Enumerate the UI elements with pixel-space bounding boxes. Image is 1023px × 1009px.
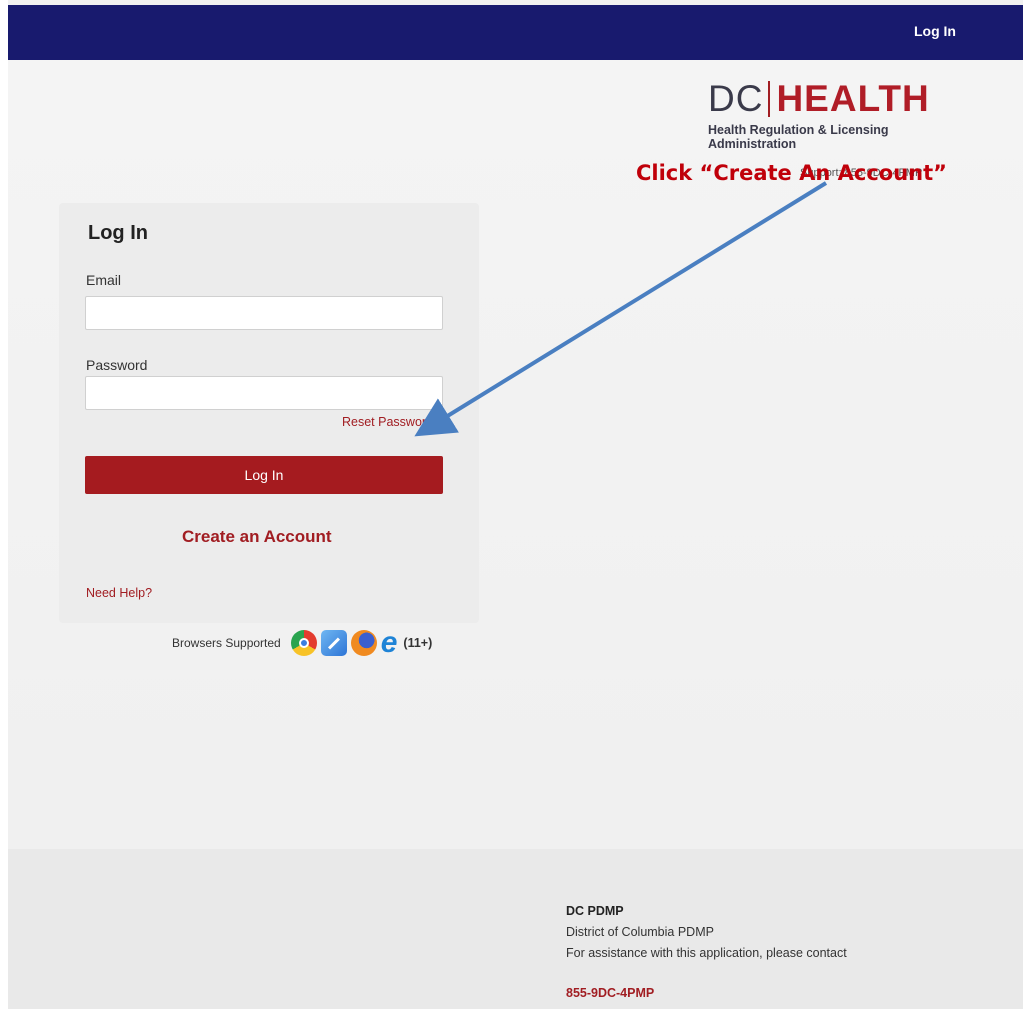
footer-phone[interactable]: 855-9DC-4PMP	[566, 986, 654, 1000]
firefox-icon	[350, 630, 377, 656]
login-card	[59, 203, 479, 623]
login-button[interactable]: Log In	[85, 456, 443, 494]
browsers-label: Browsers Supported	[172, 636, 281, 650]
ie-version-note: (11+)	[403, 636, 433, 650]
email-field[interactable]	[85, 296, 443, 330]
create-account-link[interactable]: Create an Account	[182, 527, 332, 547]
logo-subtitle-line1: Health Regulation & Licensing	[708, 123, 889, 137]
logo-divider	[768, 81, 771, 117]
logo-subtitle-line2: Administration	[708, 137, 797, 151]
footer-line1: District of Columbia PDMP	[566, 925, 714, 939]
chrome-icon	[290, 630, 317, 656]
logo-subtitle: Health Regulation & Licensing Administra…	[708, 123, 908, 151]
email-label: Email	[86, 272, 122, 288]
browsers-supported: Browsers Supported e (11+)	[172, 626, 433, 659]
footer-title: DC PDMP	[566, 904, 624, 918]
internet-explorer-icon: e	[380, 626, 398, 659]
login-title: Log In	[88, 222, 148, 244]
dc-health-logo: DC HEALTH Health Regulation & Licensing …	[708, 78, 1008, 151]
logo-health: HEALTH	[776, 78, 930, 119]
top-navigation-bar: Log In	[8, 5, 1023, 60]
safari-icon	[320, 630, 347, 656]
tutorial-annotation: Click “Create An Account”	[636, 161, 947, 185]
footer-line2: For assistance with this application, pl…	[566, 946, 847, 960]
reset-password-link[interactable]: Reset Password	[342, 415, 433, 429]
password-field[interactable]	[85, 376, 443, 410]
need-help-link[interactable]: Need Help?	[86, 586, 152, 600]
header-login-link[interactable]: Log In	[914, 23, 956, 39]
logo-dc: DC	[708, 78, 764, 119]
left-edge	[0, 0, 8, 1009]
logo-wordmark: DC HEALTH	[708, 78, 1008, 120]
password-label: Password	[86, 357, 148, 373]
footer: DC PDMP District of Columbia PDMP For as…	[8, 849, 1023, 1009]
